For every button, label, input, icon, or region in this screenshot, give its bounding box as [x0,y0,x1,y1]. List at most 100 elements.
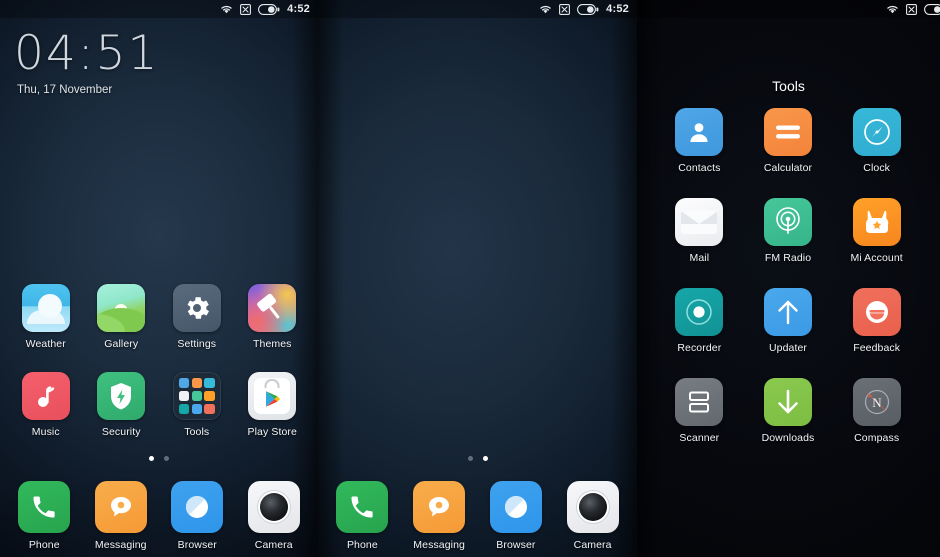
home-app-grid: Weather Gallery Settings Themes Music Se… [8,284,310,438]
app-label: Messaging [413,539,465,551]
app-label: Recorder [677,342,722,354]
app-label: Music [31,426,60,438]
app-mi-account[interactable]: Mi Account [832,198,921,264]
clock-face-icon [852,108,901,156]
app-label: Camera [573,539,612,551]
app-themes[interactable]: Themes [235,284,311,350]
clock-widget[interactable]: 04:51 Thu, 17 November [14,28,159,97]
status-bar-time: 4:52 [287,2,310,15]
camera-icon [247,481,300,533]
apps-panel: 4:52 Phone Messaging Browser Camera [318,0,637,557]
mi-bunny-icon [852,198,901,246]
app-settings[interactable]: Settings [159,284,235,350]
app-label: Updater [768,342,808,354]
arrow-up-icon [763,288,812,336]
status-bar [637,0,940,18]
app-label: Compass [854,432,900,444]
dock-app-camera[interactable]: Camera [566,481,619,551]
app-contacts[interactable]: Contacts [655,108,744,174]
app-calculator[interactable]: Calculator [744,108,833,174]
panel-edge-shade [318,0,344,557]
app-recorder[interactable]: Recorder [655,288,744,354]
app-play-store[interactable]: Play Store [235,372,311,438]
app-music[interactable]: Music [8,372,84,438]
app-clock[interactable]: Clock [832,108,921,174]
app-label: Phone [346,539,378,551]
app-scanner[interactable]: Scanner [655,378,744,444]
message-bubble-icon [94,481,147,533]
app-updater[interactable]: Updater [744,288,833,354]
dock-app-phone[interactable]: Phone [336,481,389,551]
app-label: Downloads [761,432,815,444]
page-indicator[interactable] [318,456,637,461]
page-dot[interactable] [467,456,473,461]
smiley-icon [852,288,901,336]
app-label: Security [101,426,141,438]
page-indicator[interactable] [0,456,318,461]
battery-icon [924,3,940,15]
app-label: Scanner [679,432,720,444]
app-weather[interactable]: Weather [8,284,84,350]
dock-app-browser[interactable]: Browser [489,481,542,551]
folder-title: Tools [772,78,805,94]
play-store-icon [248,372,297,420]
status-bar: 4:52 [0,0,318,18]
app-label: Clock [863,162,891,174]
app-label: Themes [252,338,292,350]
status-bar: 4:52 [318,0,637,18]
app-mail[interactable]: Mail [655,198,744,264]
app-label: Tools [184,426,210,438]
app-compass[interactable]: N Compass [832,378,921,444]
panel-edge-shade [611,0,637,557]
dock-app-camera[interactable]: Camera [247,481,300,551]
home-panel: 4:52 04:51 Thu, 17 November 17 Calendar … [0,0,318,557]
compass-browser-icon [489,481,542,533]
wallpaper [318,0,637,557]
app-label: Play Store [247,426,297,438]
app-downloads[interactable]: Downloads [744,378,833,444]
dock-app-phone[interactable]: Phone [18,481,71,551]
person-icon [675,108,724,156]
app-fm-radio[interactable]: FM Radio [744,198,833,264]
wifi-icon [540,5,551,14]
folder-grid-icon [172,372,221,420]
phone-icon [336,481,389,533]
app-security[interactable]: Security [84,372,160,438]
dock-app-browser[interactable]: Browser [171,481,224,551]
panel-edge-shade [292,0,318,557]
app-gallery[interactable]: Gallery [84,284,160,350]
dock-app-messaging[interactable]: Messaging [413,481,466,551]
shield-icon [97,372,146,420]
app-feedback[interactable]: Feedback [832,288,921,354]
paint-roller-icon [248,284,297,332]
weather-icon [21,284,70,332]
wifi-icon [221,5,232,14]
app-label: Calculator [763,162,813,174]
app-label: Browser [496,539,536,551]
page-dot[interactable] [164,456,169,461]
battery-icon [258,3,280,15]
page-dot[interactable] [149,456,154,461]
app-label: Feedback [853,342,901,354]
page-dot[interactable] [482,456,488,461]
wifi-icon [887,5,898,14]
app-label: FM Radio [764,252,812,264]
device-screenshot: 4:52 04:51 Thu, 17 November 17 Calendar … [0,0,940,557]
dock-app-messaging[interactable]: Messaging [94,481,147,551]
svg-text:N: N [872,395,882,410]
compass-browser-icon [171,481,224,533]
app-label: Weather [25,338,66,350]
equals-icon [763,108,812,156]
app-label: Messaging [94,539,147,551]
record-dot-icon [675,288,724,336]
gallery-icon [97,284,146,332]
app-label: Browser [177,539,217,551]
status-bar-time: 4:52 [606,2,629,15]
app-label: Gallery [104,338,139,350]
folder-panel: Tools Contacts Calculator Clock Mail FM … [637,0,940,557]
app-tools-folder[interactable]: Tools [159,372,235,438]
app-label: Settings [177,338,217,350]
clock-date: Thu, 17 November [17,84,113,96]
app-label: Mail [689,252,710,264]
app-label: Phone [28,539,60,551]
